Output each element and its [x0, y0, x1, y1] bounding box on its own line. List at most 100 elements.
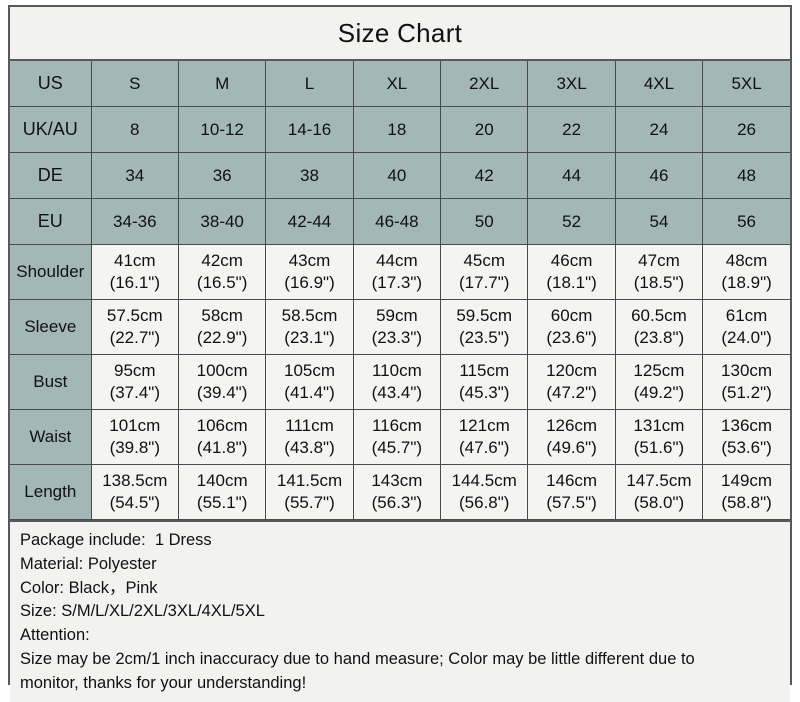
value-cm: 61cm: [725, 306, 768, 326]
table-cell: 125cm (49.2"): [614, 354, 704, 410]
row-label-us: US: [10, 61, 92, 107]
row-label-eu: EU: [10, 198, 92, 245]
value-cm: 47cm: [638, 251, 680, 271]
value-inch: (18.1"): [546, 273, 597, 292]
table-cell: 138.5cm (54.5"): [90, 464, 179, 520]
value-inch: (45.3"): [459, 383, 510, 402]
value-inch: (39.8"): [109, 438, 161, 457]
value-inch: (23.1"): [284, 328, 335, 347]
page-title: Size Chart: [10, 7, 790, 61]
table-cell: 34: [90, 152, 179, 199]
table-cell: 100cm (39.4"): [177, 354, 267, 410]
table-row-bust: Bust 95cm (37.4") 100cm (39.4") 105cm (41.4…: [10, 354, 790, 410]
value-inch: (41.8"): [196, 438, 248, 457]
size-chart-page: Size Chart US S M L XL 2XL 3XL 4XL 5XL U…: [0, 0, 800, 702]
value-inch: (47.6"): [459, 438, 510, 457]
value-cm: 121cm: [458, 416, 510, 436]
table-cell: 147.5cm (58.0"): [614, 464, 704, 520]
table-cell: 149cm (58.8"): [702, 464, 790, 520]
table-row-waist: Waist 101cm (39.8") 106cm (41.8") 111cm (43…: [10, 409, 790, 465]
table-cell: 106cm (41.8"): [177, 409, 267, 465]
table-cell: 58.5cm (23.1"): [265, 299, 354, 355]
value-inch: (22.9"): [196, 328, 248, 347]
value-inch: (45.7"): [371, 438, 423, 457]
table-cell: S: [90, 61, 179, 107]
value-cm: 105cm: [283, 361, 336, 381]
table-cell: 56: [702, 198, 790, 245]
table-cell: 60cm (23.6"): [527, 299, 616, 355]
value-cm: 43cm: [288, 251, 331, 271]
value-cm: 130cm: [721, 361, 773, 381]
table-cell: 105cm (41.4"): [265, 354, 354, 410]
table-cell: 8: [90, 106, 179, 153]
table-cell: 46cm (18.1"): [527, 244, 616, 300]
table-cell: 10-12: [177, 106, 267, 153]
value-cm: 110cm: [371, 361, 422, 381]
table-cell: 101cm (39.8"): [90, 409, 179, 465]
table-cell: 4XL: [614, 61, 704, 107]
row-label-shoulder: Shoulder: [10, 244, 92, 300]
value-cm: 59cm: [376, 306, 418, 326]
table-cell: 14-16: [265, 106, 354, 153]
size-chart-frame: Size Chart US S M L XL 2XL 3XL 4XL 5XL U…: [8, 5, 792, 702]
value-inch: (24.0"): [721, 328, 772, 347]
value-cm: 116cm: [371, 416, 422, 436]
value-cm: 138.5cm: [102, 471, 168, 491]
value-cm: 59.5cm: [456, 306, 513, 326]
value-inch: (58.8"): [721, 493, 772, 512]
value-cm: 126cm: [546, 416, 598, 436]
table-cell: 46-48: [352, 198, 442, 245]
value-cm: 147.5cm: [626, 471, 692, 491]
table-cell: 42: [440, 152, 529, 199]
value-inch: (43.8"): [284, 438, 335, 457]
value-inch: (57.5"): [546, 493, 597, 512]
table-cell: 59cm (23.3"): [352, 299, 442, 355]
value-inch: (37.4"): [109, 383, 161, 402]
table-cell: 46: [614, 152, 704, 199]
value-inch: (53.6"): [721, 438, 772, 457]
table-cell: 111cm (43.8"): [265, 409, 354, 465]
table-cell: 48cm (18.9"): [702, 244, 790, 300]
table-cell: 141.5cm (55.7"): [265, 464, 354, 520]
value-cm: 45cm: [463, 251, 506, 271]
value-inch: (18.9"): [721, 273, 772, 292]
table-cell: 3XL: [527, 61, 616, 107]
table-cell: 47cm (18.5"): [614, 244, 704, 300]
note-attention-line-1: Size may be 2cm/1 inch inaccuracy due to…: [20, 649, 695, 668]
table-cell: 40: [352, 152, 442, 199]
value-inch: (17.3"): [371, 273, 423, 292]
note-package-include: Package include: 1 Dress: [20, 531, 212, 549]
table-cell: 140cm (55.1"): [177, 464, 267, 520]
value-cm: 60.5cm: [631, 306, 687, 326]
value-inch: (16.9"): [284, 273, 335, 292]
value-cm: 58cm: [201, 306, 243, 326]
table-cell: 42cm (16.5"): [177, 244, 267, 300]
row-label-de: DE: [10, 152, 92, 199]
value-cm: 143cm: [371, 471, 423, 491]
table-cell: 44: [527, 152, 616, 199]
row-label-sleeve: Sleeve: [10, 299, 92, 355]
table-cell: 36: [177, 152, 267, 199]
value-inch: (51.2"): [721, 383, 772, 402]
table-cell: 44cm (17.3"): [352, 244, 442, 300]
value-inch: (22.7"): [109, 328, 161, 347]
table-cell: 54: [614, 198, 704, 245]
value-cm: 48cm: [725, 251, 768, 271]
size-chart-table: US S M L XL 2XL 3XL 4XL 5XL UK/AU 8 10-1…: [10, 61, 790, 520]
value-cm: 57.5cm: [106, 306, 163, 326]
table-cell: 42-44: [265, 198, 354, 245]
value-cm: 60cm: [550, 306, 593, 326]
table-cell: 115cm (45.3"): [440, 354, 529, 410]
value-cm: 120cm: [546, 361, 598, 381]
value-cm: 58.5cm: [281, 306, 338, 326]
row-label-bust: Bust: [10, 354, 92, 410]
size-chart-body: US S M L XL 2XL 3XL 4XL 5XL UK/AU 8 10-1…: [10, 61, 790, 520]
value-inch: (58.0"): [633, 493, 685, 512]
table-row-sleeve: Sleeve 57.5cm (22.7") 58cm (22.9") 58.5cm (…: [10, 299, 790, 355]
table-cell: 34-36: [90, 198, 179, 245]
table-cell: 2XL: [440, 61, 529, 107]
table-cell: 136cm (53.6"): [702, 409, 790, 465]
value-cm: 44cm: [376, 251, 418, 271]
table-cell: 57.5cm (22.7"): [90, 299, 179, 355]
note-attention-heading: Attention:: [20, 626, 90, 645]
